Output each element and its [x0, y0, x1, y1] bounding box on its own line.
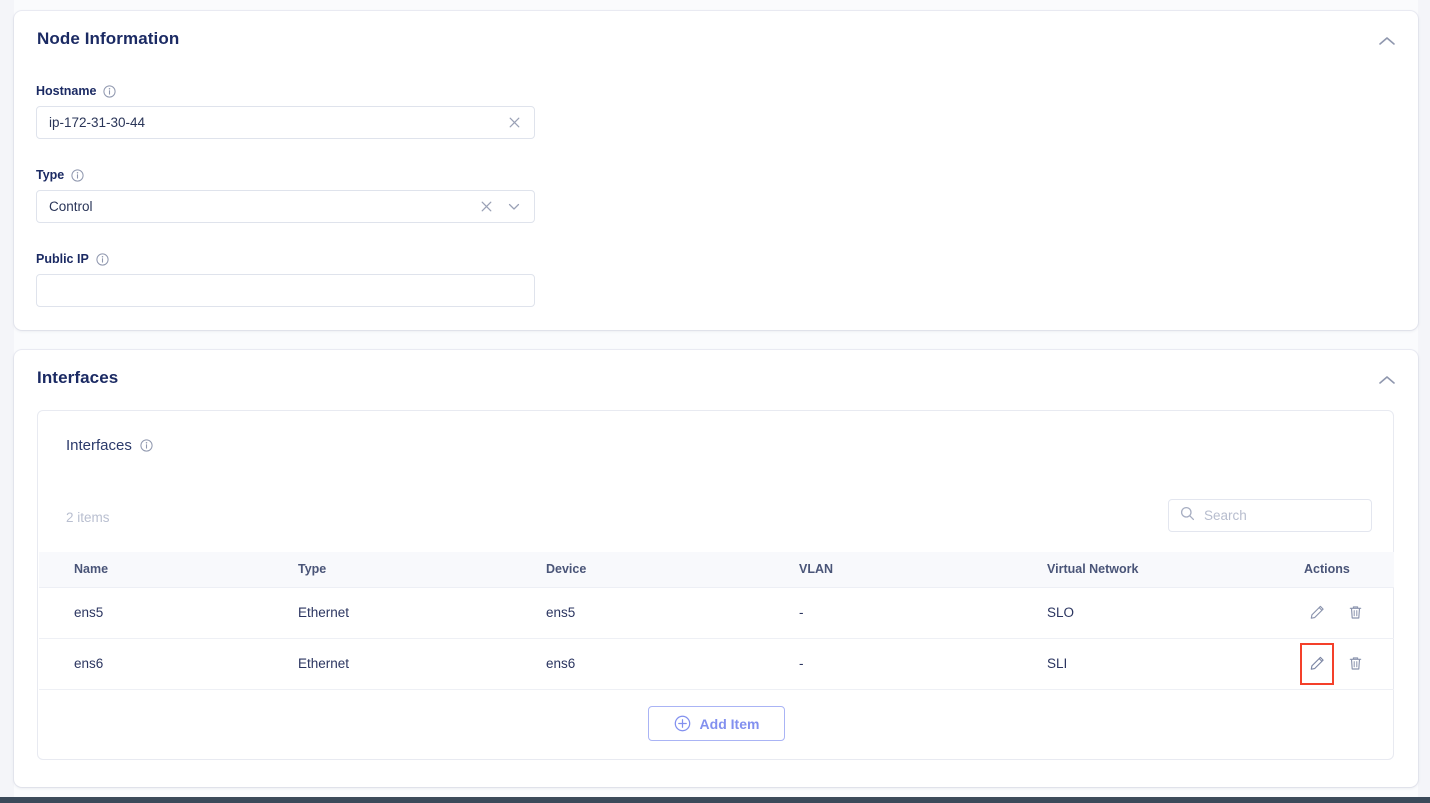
close-icon [481, 201, 492, 212]
interfaces-panel: Interfaces 2 items Search Name Type Devi… [37, 410, 1394, 760]
type-select[interactable]: Control [36, 190, 535, 223]
node-information-card: Node Information Hostname ip-172-31-30-4… [14, 11, 1418, 330]
hostname-field-group: Hostname ip-172-31-30-44 [36, 83, 535, 139]
interfaces-panel-title-row: Interfaces [66, 437, 153, 454]
column-header-vlan[interactable]: VLAN [764, 552, 1012, 588]
close-icon [509, 117, 520, 128]
chevron-up-icon [1376, 33, 1400, 49]
info-icon[interactable] [140, 439, 153, 452]
public-ip-label: Public IP [36, 252, 89, 266]
cell-actions [1274, 587, 1394, 639]
type-value: Control [49, 199, 93, 214]
cell-type: Ethernet [263, 638, 511, 690]
add-item-button[interactable]: Add Item [647, 706, 786, 741]
table-row: ens6 Ethernet ens6 - SLI [39, 638, 1394, 690]
hostname-input[interactable]: ip-172-31-30-44 [36, 106, 535, 139]
trash-icon [1347, 604, 1364, 621]
hostname-value: ip-172-31-30-44 [49, 115, 146, 130]
add-item-label: Add Item [699, 715, 760, 732]
type-label-row: Type [36, 167, 535, 183]
table-row: ens5 Ethernet ens5 - SLO [39, 587, 1394, 639]
interfaces-title: Interfaces [37, 368, 119, 387]
type-dropdown-button[interactable] [504, 197, 524, 217]
table-header-row: Name Type Device VLAN Virtual Network Ac… [39, 552, 1394, 588]
interfaces-collapse-toggle[interactable] [1376, 372, 1400, 392]
edit-row-button[interactable] [1300, 642, 1334, 685]
chevron-up-icon [1376, 372, 1400, 388]
cell-name: ens6 [39, 638, 263, 690]
type-label: Type [36, 168, 65, 182]
interfaces-table: Name Type Device VLAN Virtual Network Ac… [39, 552, 1394, 690]
bottom-bar [0, 797, 1430, 803]
hostname-clear-button[interactable] [504, 113, 524, 133]
cell-vlan: - [764, 587, 1012, 639]
info-icon[interactable] [71, 168, 84, 182]
pencil-icon [1309, 604, 1326, 621]
hostname-label: Hostname [36, 84, 97, 98]
column-header-type[interactable]: Type [263, 552, 511, 588]
pencil-icon [1309, 655, 1326, 672]
add-item-row: Add Item [39, 706, 1394, 741]
cell-vlan: - [764, 638, 1012, 690]
edit-row-button[interactable] [1304, 600, 1330, 626]
column-header-device[interactable]: Device [511, 552, 764, 588]
items-count: 2 items [66, 510, 110, 525]
hostname-label-row: Hostname [36, 83, 535, 99]
public-ip-label-row: Public IP [36, 251, 535, 267]
cell-type: Ethernet [263, 587, 511, 639]
type-field-group: Type Control [36, 167, 535, 223]
column-header-virtual-network[interactable]: Virtual Network [1012, 552, 1274, 588]
cell-device: ens6 [511, 638, 764, 690]
search-icon [1180, 506, 1195, 526]
search-box[interactable] [1168, 499, 1372, 532]
info-icon[interactable] [96, 252, 109, 266]
interfaces-card: Interfaces Interfaces 2 items Search Nam… [14, 350, 1418, 787]
node-information-title: Node Information [37, 29, 180, 48]
cell-actions [1274, 638, 1394, 690]
cell-device: ens5 [511, 587, 764, 639]
interfaces-panel-title: Interfaces [66, 437, 132, 454]
public-ip-field-group: Public IP [36, 251, 535, 307]
trash-icon [1347, 655, 1364, 672]
delete-row-button[interactable] [1342, 651, 1368, 677]
chevron-down-icon [508, 202, 520, 211]
column-header-actions: Actions [1274, 552, 1394, 588]
plus-circle-icon [674, 715, 691, 732]
cell-virtual-network: SLI [1012, 638, 1274, 690]
search-input[interactable] [1204, 508, 1354, 523]
cell-name: ens5 [39, 587, 263, 639]
node-information-collapse-toggle[interactable] [1376, 33, 1400, 53]
cell-virtual-network: SLO [1012, 587, 1274, 639]
delete-row-button[interactable] [1342, 600, 1368, 626]
column-header-name[interactable]: Name [39, 552, 263, 588]
page-root: Node Information Hostname ip-172-31-30-4… [0, 0, 1430, 803]
type-clear-button[interactable] [476, 197, 496, 217]
info-icon[interactable] [103, 84, 117, 98]
public-ip-input[interactable] [36, 274, 535, 307]
